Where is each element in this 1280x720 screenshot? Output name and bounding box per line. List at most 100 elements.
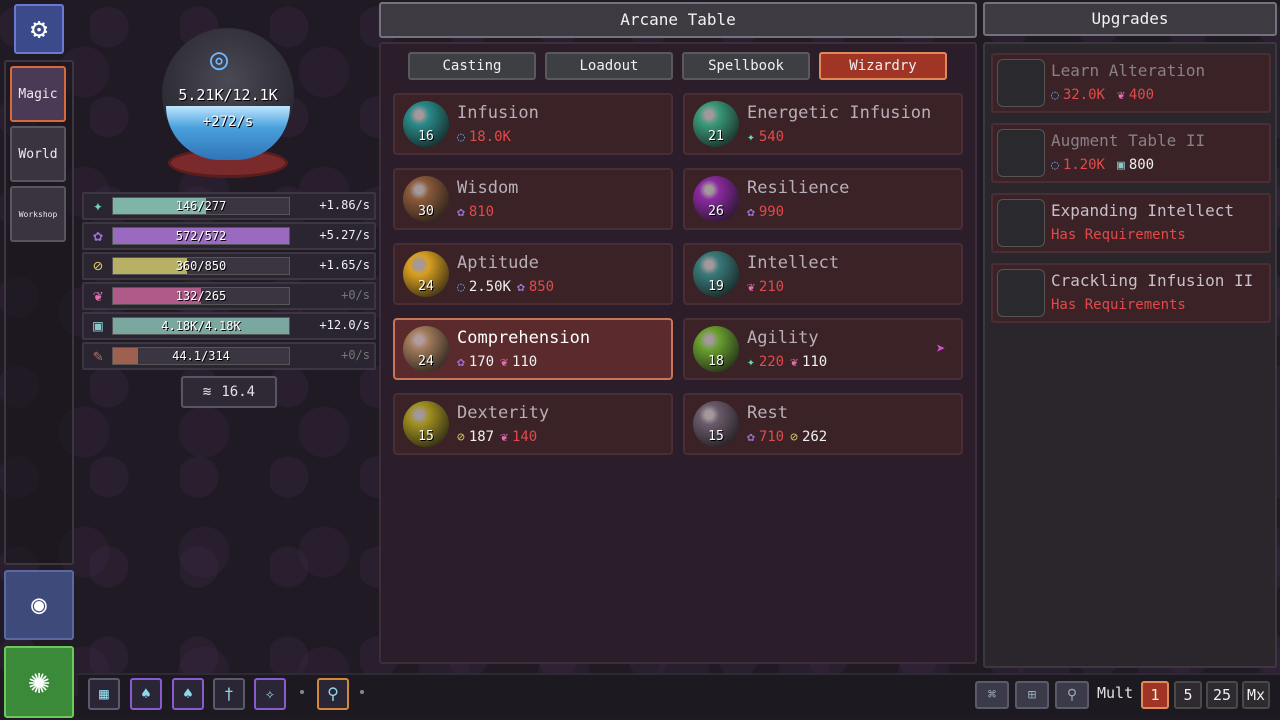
skill-name: Aptitude: [457, 253, 539, 273]
skill-card[interactable]: 30 Wisdom ✿ 810: [393, 168, 673, 230]
mult-option-25[interactable]: 25: [1206, 681, 1238, 709]
skill-level: 19: [708, 279, 724, 294]
tab-label: Loadout: [579, 58, 639, 74]
skill-cost: ❦ 110: [790, 354, 827, 370]
skill-name: Infusion: [457, 103, 539, 123]
upgrade-name: Expanding Intellect: [1051, 201, 1235, 220]
heart-icon: ❦: [93, 286, 103, 305]
skill-name: Dexterity: [457, 403, 550, 423]
skill-cost: ✿ 810: [457, 204, 494, 220]
mana-orb: ◎ 5.21K/12.1K +272/s: [162, 28, 294, 178]
table-button[interactable]: ⊞: [1015, 681, 1049, 709]
search-button[interactable]: ⚲: [1055, 681, 1089, 709]
skill-cost: ✿ 170: [457, 354, 494, 370]
mult-option-max[interactable]: Mx: [1242, 681, 1270, 709]
hotbar-slot-1[interactable]: ▦: [88, 678, 120, 710]
skill-card[interactable]: 24 Comprehension ✿ 170 ❦ 110: [393, 318, 673, 380]
tab-wizardry[interactable]: Wizardry: [819, 52, 947, 80]
hotbar-slot-2[interactable]: ♠: [130, 678, 162, 710]
mult-label: Mult: [1097, 684, 1134, 702]
skill-costs: ⊘ 187 ❦ 140: [457, 429, 537, 445]
upgrade-card[interactable]: Learn Alteration ◌ 32.0K ❦ 400: [991, 53, 1271, 113]
lotus-icon: ✿: [747, 204, 755, 220]
upgrade-card[interactable]: Crackling Infusion II Has Requirements: [991, 263, 1271, 323]
alteration-icon: [997, 59, 1045, 107]
skill-cost: ❦ 210: [747, 279, 784, 295]
skill-costs: ❦ 210: [747, 279, 784, 295]
star-icon: ✦: [747, 129, 755, 145]
hero-button[interactable]: ✺: [4, 646, 74, 718]
skill-card[interactable]: 26 Resilience ✿ 990: [683, 168, 963, 230]
tab-spellbook[interactable]: Spellbook: [682, 52, 810, 80]
skill-cost: ◌ 18.0K: [457, 129, 511, 145]
skill-name: Wisdom: [457, 178, 519, 198]
search-icon: ⚲: [1066, 687, 1078, 703]
skill-cost-value: 110: [511, 354, 538, 370]
upgrade-card[interactable]: Augment Table II ◌ 1.20K ▣ 800: [991, 123, 1271, 183]
mult-option-label: 25: [1212, 686, 1232, 704]
discord-button[interactable]: ◉: [4, 570, 74, 640]
tab-label: Casting: [442, 58, 502, 74]
upgrade-cost: ❦ 400: [1117, 87, 1154, 103]
upgrade-name: Crackling Infusion II: [1051, 271, 1254, 290]
nav-tab-world[interactable]: World: [10, 126, 66, 182]
gear-icon: ⚙: [30, 12, 48, 45]
skill-cost: ✿ 710: [747, 429, 784, 445]
upgrade-cost: ◌ 1.20K: [1051, 157, 1105, 173]
resource-row: ✦ 146/277 +1.86/s: [82, 192, 376, 220]
resource-value: 572/572: [175, 229, 227, 243]
skill-cost-value: 710: [758, 429, 785, 445]
resource-rate: +1.65/s: [319, 258, 370, 272]
skill-card[interactable]: 15 Dexterity ⊘ 187 ❦ 140: [393, 393, 673, 455]
upgrade-details: ◌ 32.0K ❦ 400: [1051, 87, 1154, 103]
mult-option-5[interactable]: 5: [1174, 681, 1202, 709]
skill-cost-value: 140: [511, 429, 538, 445]
skill-card[interactable]: 21 Energetic Infusion ✦ 540: [683, 93, 963, 155]
hotbar-slot-6[interactable]: ⚲: [317, 678, 349, 710]
hotbar-slot-5[interactable]: ✧: [254, 678, 286, 710]
skill-level: 21: [708, 129, 724, 144]
skill-cost: ✿ 850: [517, 279, 554, 295]
star-icon: ✦: [747, 354, 755, 370]
mult-option-1[interactable]: 1: [1141, 681, 1169, 709]
skill-costs: ◌ 18.0K: [457, 129, 511, 145]
resource-rate: +0/s: [341, 348, 370, 362]
lotus-icon: ✿: [457, 354, 465, 370]
tab-casting[interactable]: Casting: [408, 52, 536, 80]
upgrade-card[interactable]: Expanding Intellect Has Requirements: [991, 193, 1271, 253]
nav-tab-magic[interactable]: Magic: [10, 66, 66, 122]
skill-cost: ⊘ 262: [790, 429, 827, 445]
upgrade-details: Has Requirements: [1051, 297, 1186, 313]
gamepad-button[interactable]: ⌘: [975, 681, 1009, 709]
upgrade-name: Augment Table II: [1051, 131, 1206, 150]
storm-orb-icon: [997, 269, 1045, 317]
skill-level: 30: [418, 204, 434, 219]
brain-orb-icon: [997, 199, 1045, 247]
magnifier-icon: ⚲: [327, 684, 339, 703]
resource-rate: +1.86/s: [319, 198, 370, 212]
person-icon: ✺: [28, 661, 50, 702]
skill-points-value: 16.4: [221, 384, 256, 400]
skill-card[interactable]: 16 Infusion ◌ 18.0K: [393, 93, 673, 155]
skill-card[interactable]: 15 Rest ✿ 710 ⊘ 262: [683, 393, 963, 455]
settings-button[interactable]: ⚙: [14, 4, 64, 54]
skill-name: Comprehension: [457, 328, 591, 348]
hotbar-slot-3[interactable]: ♠: [172, 678, 204, 710]
nav-tab-workshop[interactable]: Workshop: [10, 186, 66, 242]
hotbar-slot-4[interactable]: †: [213, 678, 245, 710]
skill-card[interactable]: 19 Intellect ❦ 210: [683, 243, 963, 305]
skill-cost-value: 2.50K: [468, 279, 511, 295]
resource-row: ⊘ 360/850 +1.65/s: [82, 252, 376, 280]
tab-label: Spellbook: [708, 58, 784, 74]
tab-loadout[interactable]: Loadout: [545, 52, 673, 80]
upgrade-requirement: Has Requirements: [1051, 227, 1186, 243]
mushroom-icon: ♠: [183, 684, 193, 703]
spell-slot-icon: ▦: [99, 684, 109, 703]
sword-icon: †: [224, 684, 234, 703]
swirl-icon: ◌: [457, 279, 465, 295]
skill-cost: ❦ 110: [500, 354, 537, 370]
skill-level: 24: [418, 354, 434, 369]
skill-card[interactable]: 18 Agility ✦ 220 ❦ 110: [683, 318, 963, 380]
skill-card[interactable]: 24 Aptitude ◌ 2.50K ✿ 850: [393, 243, 673, 305]
resource-bar: 572/572: [112, 227, 290, 245]
